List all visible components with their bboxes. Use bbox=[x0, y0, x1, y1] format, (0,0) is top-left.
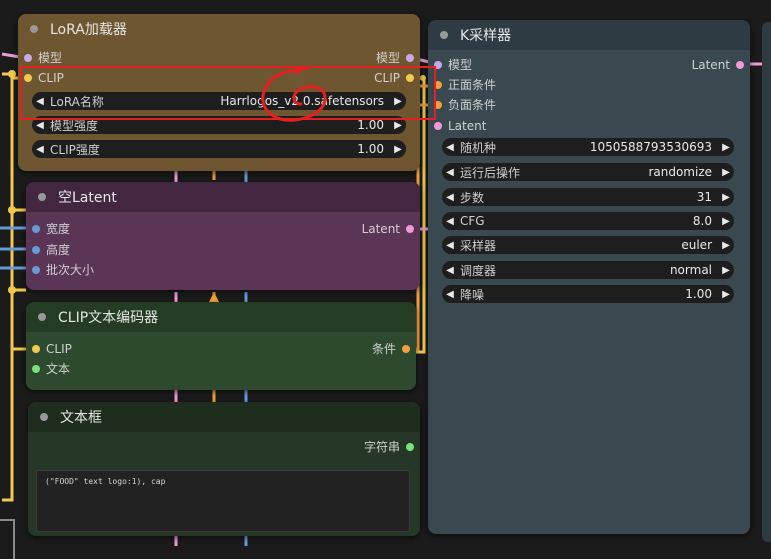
output-string[interactable]: 字符串 bbox=[364, 438, 414, 456]
input-model[interactable]: 模型 bbox=[434, 56, 472, 74]
output-latent[interactable]: Latent bbox=[362, 220, 414, 238]
input-slot-icon[interactable] bbox=[24, 53, 32, 62]
output-slot-icon[interactable] bbox=[406, 224, 414, 233]
arrow-left-icon[interactable]: ◀ bbox=[442, 167, 458, 178]
output-slot-icon[interactable] bbox=[402, 344, 410, 353]
highlight-annotation-rect bbox=[20, 66, 436, 120]
text-input-area[interactable]: ("FOOD" text logo:1), cap bbox=[36, 470, 410, 532]
arrow-right-icon[interactable]: ▶ bbox=[718, 240, 734, 251]
arrow-left-icon[interactable]: ◀ bbox=[442, 192, 458, 203]
node-title: K采样器 bbox=[460, 28, 512, 44]
input-height[interactable]: 高度 bbox=[32, 241, 70, 259]
output-slot-icon[interactable] bbox=[736, 60, 744, 69]
input-negative[interactable]: 负面条件 bbox=[434, 96, 496, 114]
arrow-right-icon[interactable]: ▶ bbox=[390, 120, 406, 131]
node-title: 空Latent bbox=[58, 190, 117, 206]
empty-latent-node[interactable]: 空Latent 宽度 高度 批次大小 Latent bbox=[26, 182, 420, 290]
arrow-left-icon[interactable]: ◀ bbox=[442, 240, 458, 251]
input-slot-icon[interactable] bbox=[32, 344, 40, 353]
node-title: CLIP文本编码器 bbox=[58, 310, 159, 326]
input-slot-icon[interactable] bbox=[32, 224, 40, 233]
collapse-dot-icon[interactable] bbox=[38, 193, 46, 201]
node-header[interactable]: K采样器 bbox=[428, 20, 750, 50]
cfg-widget[interactable]: ◀ CFG 8.0 ▶ bbox=[442, 212, 734, 230]
collapse-dot-icon[interactable] bbox=[440, 31, 448, 39]
steps-widget[interactable]: ◀ 步数 31 ▶ bbox=[442, 188, 734, 206]
arrow-left-icon[interactable]: ◀ bbox=[442, 265, 458, 276]
node-header[interactable]: LoRA加载器 bbox=[18, 14, 420, 44]
arrow-right-icon[interactable]: ▶ bbox=[718, 216, 734, 227]
arrow-right-icon[interactable]: ▶ bbox=[718, 192, 734, 203]
node-header[interactable]: 文本框 bbox=[28, 402, 420, 432]
clip-text-encoder-node[interactable]: CLIP文本编码器 CLIP 文本 条件 bbox=[26, 302, 416, 390]
arrow-right-icon[interactable]: ▶ bbox=[718, 142, 734, 153]
collapse-dot-icon[interactable] bbox=[30, 25, 38, 33]
collapse-dot-icon[interactable] bbox=[40, 413, 48, 421]
output-latent[interactable]: Latent bbox=[692, 56, 744, 74]
input-slot-icon[interactable] bbox=[32, 265, 40, 274]
sampler-combo[interactable]: ◀ 采样器 euler ▶ bbox=[442, 236, 734, 254]
output-model[interactable]: 模型 bbox=[376, 49, 414, 67]
arrow-right-icon[interactable]: ▶ bbox=[718, 167, 734, 178]
arrow-right-icon[interactable]: ▶ bbox=[718, 289, 734, 300]
clip-strength-widget[interactable]: ◀ CLIP强度 1.00 ▶ bbox=[32, 140, 406, 158]
control-after-generate-widget[interactable]: ◀ 运行后操作 randomize ▶ bbox=[442, 163, 734, 181]
seed-widget[interactable]: ◀ 随机种 1050588793530693 ▶ bbox=[442, 138, 734, 156]
input-clip[interactable]: CLIP bbox=[32, 340, 72, 358]
scheduler-combo[interactable]: ◀ 调度器 normal ▶ bbox=[442, 261, 734, 279]
arrow-left-icon[interactable]: ◀ bbox=[442, 142, 458, 153]
input-text[interactable]: 文本 bbox=[32, 360, 70, 378]
arrow-left-icon[interactable]: ◀ bbox=[442, 289, 458, 300]
collapse-dot-icon[interactable] bbox=[38, 313, 46, 321]
input-latent[interactable]: Latent bbox=[434, 117, 486, 135]
node-header[interactable]: CLIP文本编码器 bbox=[26, 302, 416, 332]
output-slot-icon[interactable] bbox=[406, 53, 414, 62]
input-model[interactable]: 模型 bbox=[24, 49, 62, 67]
input-batch-size[interactable]: 批次大小 bbox=[32, 261, 94, 279]
input-slot-icon[interactable] bbox=[32, 364, 40, 373]
node-header[interactable]: 空Latent bbox=[26, 182, 420, 212]
ksampler-node[interactable]: K采样器 模型 Latent 正面条件 负面条件 Latent ◀ 随机种 10… bbox=[428, 20, 750, 534]
node-title: LoRA加载器 bbox=[50, 22, 127, 38]
input-positive[interactable]: 正面条件 bbox=[434, 76, 496, 94]
output-conditioning[interactable]: 条件 bbox=[372, 340, 410, 358]
arrow-right-icon[interactable]: ▶ bbox=[718, 265, 734, 276]
output-slot-icon[interactable] bbox=[406, 442, 414, 451]
arrow-right-icon[interactable]: ▶ bbox=[390, 144, 406, 155]
arrow-left-icon[interactable]: ◀ bbox=[442, 216, 458, 227]
input-width[interactable]: 宽度 bbox=[32, 220, 70, 238]
input-slot-icon[interactable] bbox=[32, 245, 40, 254]
text-box-node[interactable]: 文本框 字符串 ("FOOD" text logo:1), cap bbox=[28, 402, 420, 536]
input-slot-icon[interactable] bbox=[434, 121, 442, 130]
arrow-left-icon[interactable]: ◀ bbox=[32, 144, 48, 155]
arrow-left-icon[interactable]: ◀ bbox=[32, 120, 48, 131]
denoise-widget[interactable]: ◀ 降噪 1.00 ▶ bbox=[442, 285, 734, 303]
node-title: 文本框 bbox=[60, 410, 102, 426]
